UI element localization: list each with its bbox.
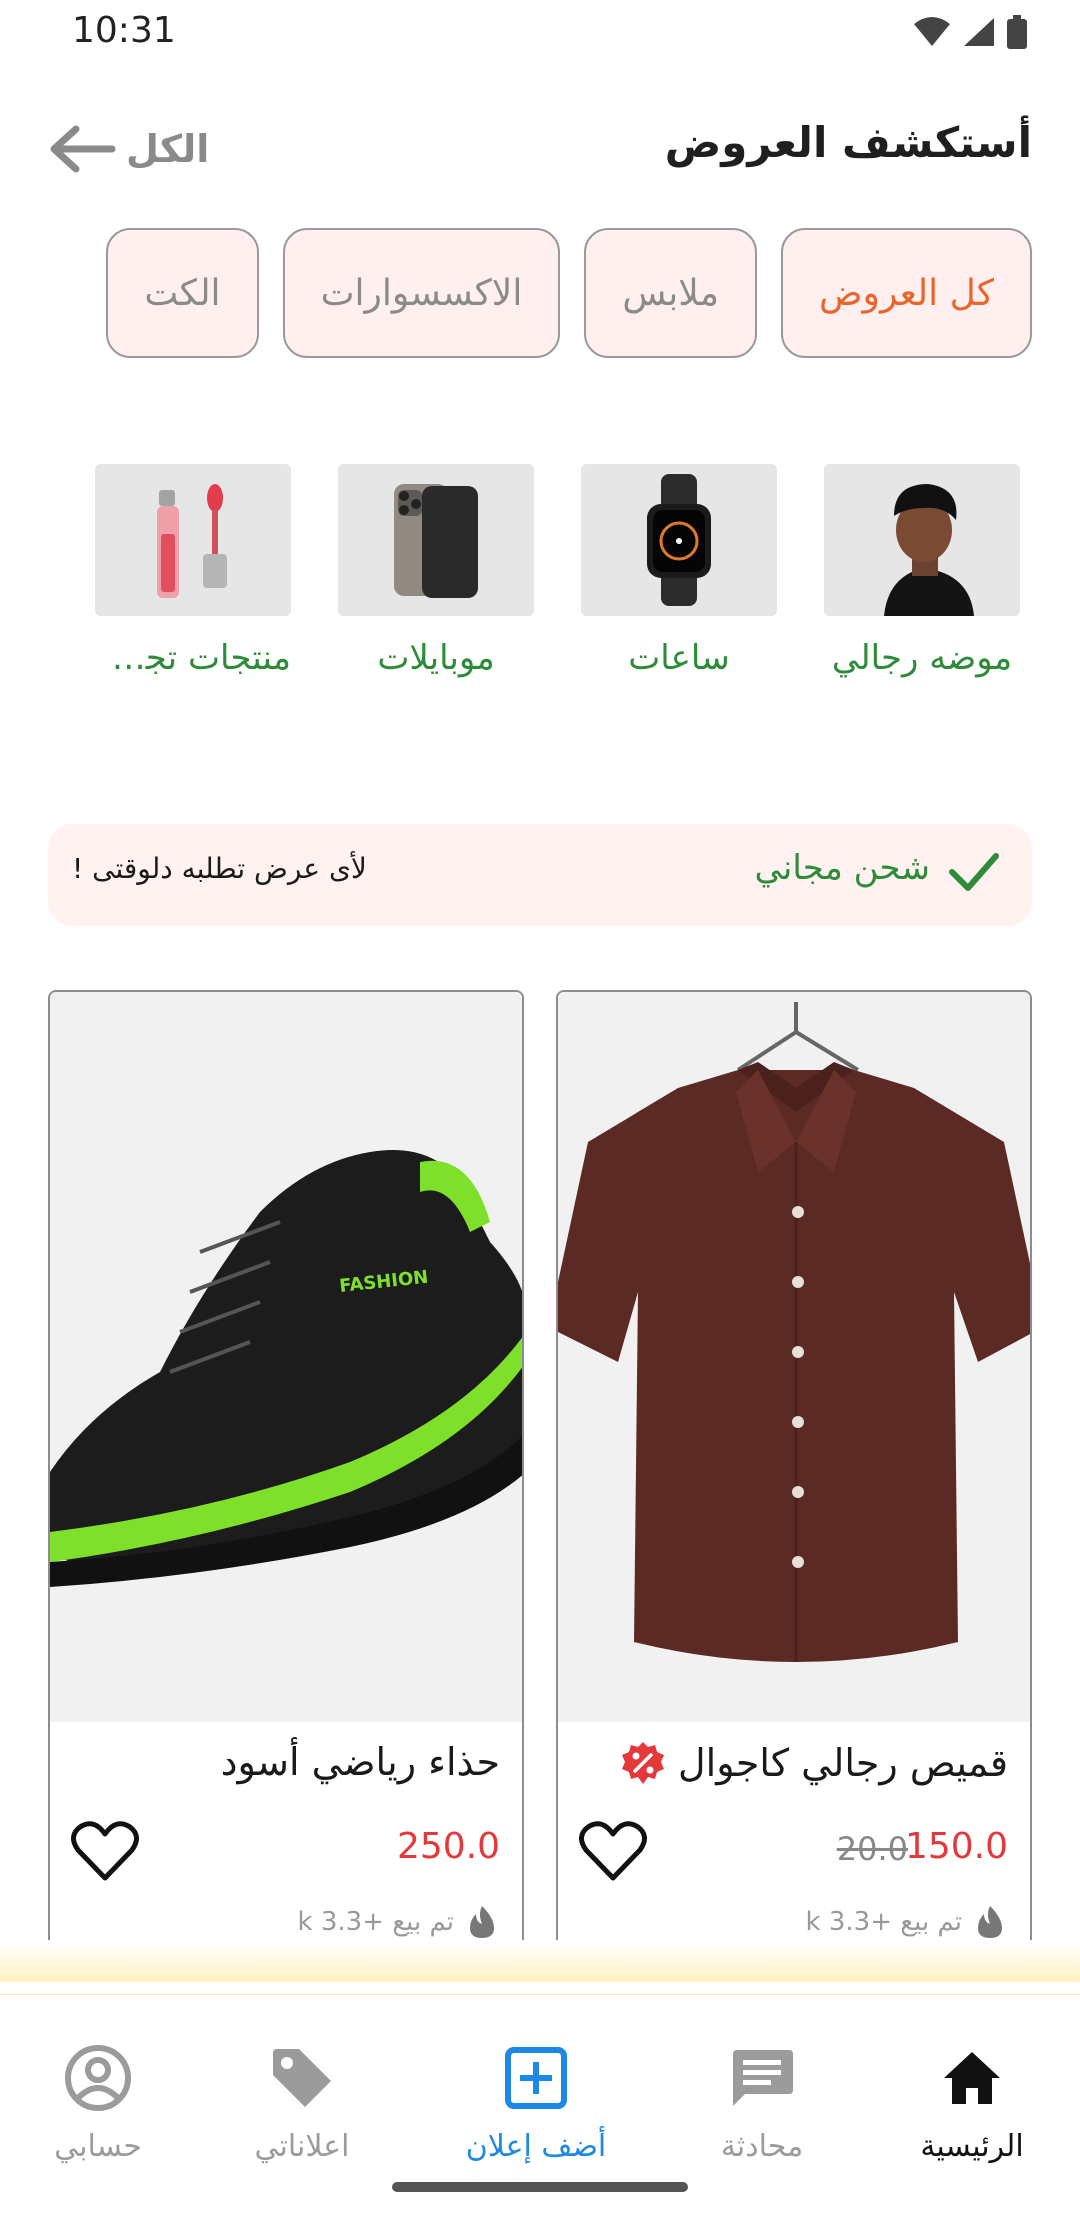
category-label: ساعات <box>628 638 730 678</box>
product-grid: قميص رجالي كاجوال 150.0 20.0 تم بيع +3.3… <box>48 990 1032 1940</box>
product-price: 250.0 <box>396 1826 500 1867</box>
product-price: 150.0 <box>904 1826 1008 1867</box>
category-thumb <box>581 464 777 616</box>
chat-icon <box>733 2050 793 2106</box>
nav-home-label: الرئيسية <box>920 2129 1024 2164</box>
free-shipping-label: شحن مجاني <box>754 848 930 888</box>
add-box-icon <box>505 2047 567 2109</box>
man-photo-icon <box>824 464 1020 616</box>
category-label: موبايلات <box>377 638 495 678</box>
nav-account[interactable]: حسابي <box>0 2041 198 2164</box>
product-image: FASHION <box>50 992 522 1722</box>
free-shipping-banner: شحن مجاني لأى عرض تطلبه دلوقتى ! <box>48 824 1032 926</box>
category-thumb <box>824 464 1020 616</box>
category-men-fashion[interactable]: موضه رجالي <box>824 464 1020 678</box>
lip-gloss-icon <box>95 464 291 616</box>
category-thumb <box>95 464 291 616</box>
product-card[interactable]: FASHION حذاء رياضي أسود 250.0 تم بيع +3.… <box>48 990 524 1940</box>
nav-add-ad-label: أضف إعلان <box>465 2129 607 2164</box>
wifi-icon <box>914 17 950 46</box>
battery-icon <box>1007 15 1027 49</box>
status-bar: 10:31 <box>0 0 1080 64</box>
sold-count-text: تم بيع +3.3 k <box>297 1907 454 1937</box>
nav-my-ads-label: اعلاناتي <box>254 2129 350 2164</box>
heart-icon[interactable] <box>70 1820 140 1884</box>
see-all-button[interactable]: الكل <box>46 124 209 174</box>
product-name: قميص رجالي كاجوال <box>620 1740 1008 1786</box>
price-row: 150.0 20.0 <box>558 1820 1030 1890</box>
sold-count: تم بيع +3.3 k <box>806 1904 1008 1940</box>
nav-account-label: حسابي <box>54 2129 142 2164</box>
nav-home[interactable]: الرئيسية <box>872 2041 1072 2164</box>
product-card[interactable]: قميص رجالي كاجوال 150.0 20.0 تم بيع +3.3… <box>556 990 1032 1940</box>
smartwatch-icon <box>581 464 777 616</box>
chip-clothes[interactable]: ملابس <box>584 228 758 358</box>
nav-shadow <box>0 1942 1080 1982</box>
home-indicator <box>392 2182 688 2192</box>
see-all-label: الكل <box>126 127 210 171</box>
page-title: أستكشف العروض <box>664 118 1032 167</box>
smartphone-icon <box>338 464 534 616</box>
category-watches[interactable]: ساعات <box>581 464 777 678</box>
heart-icon[interactable] <box>578 1820 648 1884</box>
discount-badge-icon <box>622 1742 665 1784</box>
chip-books[interactable]: الكت <box>106 228 259 358</box>
nav-my-ads[interactable]: اعلاناتي <box>202 2041 402 2164</box>
nav-chat-label: محادثة <box>720 2129 804 2164</box>
chip-accessories[interactable]: الاكسسوارات <box>282 228 561 358</box>
signal-icon <box>964 18 994 46</box>
home-icon <box>944 2052 1000 2104</box>
nav-chat[interactable]: محادثة <box>662 2041 862 2164</box>
product-name-text: قميص رجالي كاجوال <box>678 1741 1008 1785</box>
sneaker-image: FASHION <box>50 992 522 1722</box>
product-name: حذاء رياضي أسود <box>221 1740 500 1784</box>
sold-count: تم بيع +3.3 k <box>298 1904 500 1940</box>
category-label: موضه رجالي <box>831 638 1013 678</box>
section-header: أستكشف العروض الكل <box>46 118 1032 188</box>
shirt-image <box>558 992 1030 1722</box>
account-icon <box>65 2045 131 2111</box>
status-icons <box>912 14 1028 50</box>
flame-icon <box>978 1906 1002 1938</box>
sold-count-text: تم بيع +3.3 k <box>805 1907 962 1937</box>
product-name-text: حذاء رياضي أسود <box>220 1740 500 1784</box>
category-label: منتجات تجمي... <box>95 638 291 678</box>
category-list: موضه رجالي ساعات موبايلات منتجات تجمي <box>0 464 1080 694</box>
nav-add-ad[interactable]: أضف إعلان <box>436 2041 636 2164</box>
tag-icon <box>273 2049 331 2107</box>
arrow-left-icon <box>50 125 116 173</box>
chip-all-offers[interactable]: كل العروض <box>781 228 1032 358</box>
check-icon <box>949 853 999 891</box>
price-row: 250.0 <box>50 1820 522 1890</box>
flame-icon <box>470 1906 494 1938</box>
category-beauty[interactable]: منتجات تجمي... <box>95 464 291 678</box>
product-image <box>558 992 1030 1722</box>
category-mobiles[interactable]: موبايلات <box>338 464 534 678</box>
product-old-price: 20.0 <box>836 1830 908 1868</box>
category-thumb <box>338 464 534 616</box>
status-time: 10:31 <box>72 10 176 51</box>
promo-text: لأى عرض تطلبه دلوقتى ! <box>72 852 367 885</box>
filter-chips: كل العروض ملابس الاكسسوارات الكت <box>48 228 1032 360</box>
